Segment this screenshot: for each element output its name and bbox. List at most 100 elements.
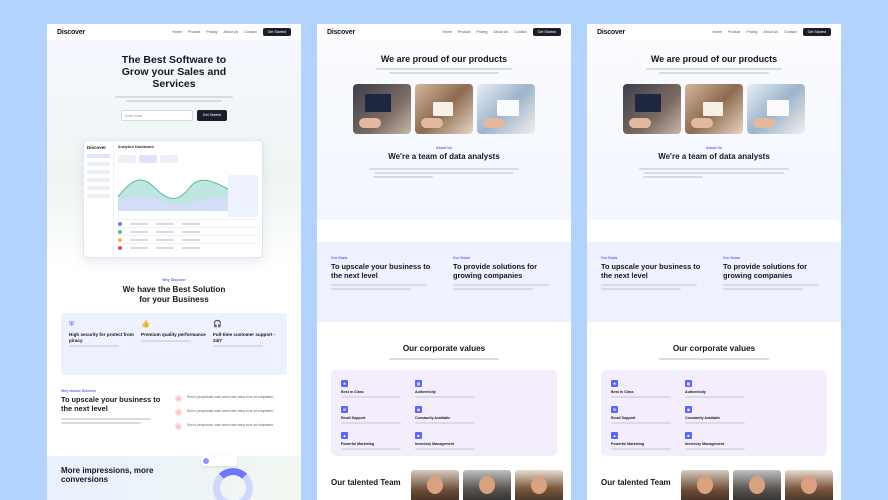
feature-title: Premium quality performance <box>141 332 206 337</box>
nav-link-pricing[interactable]: Pricing <box>476 30 487 34</box>
values-grid: ★ Best in Class ▦ Authenticity ✉ Email Supp… <box>601 370 827 456</box>
product-photo <box>353 84 411 134</box>
box-icon: ■ <box>685 432 692 439</box>
value-item: ◉ Constantly Available <box>685 406 749 426</box>
submit-button[interactable]: Get Started <box>197 110 227 121</box>
goals-title: To upscale your business to the next lev… <box>331 262 431 280</box>
value-item: ★ Best in Class <box>341 380 405 400</box>
nav-link-home[interactable]: Home <box>442 30 452 34</box>
upscale-kicker: Why choose Discover <box>61 389 97 393</box>
product-photo <box>415 84 473 134</box>
globe-icon: ◉ <box>685 406 692 413</box>
top-nav: Discover Home Product Pricing About Us C… <box>47 24 301 40</box>
team-member-photo <box>515 470 563 500</box>
upscale-section: Why choose Discover To upscale your busi… <box>47 375 301 437</box>
mail-icon: ✉ <box>611 406 618 413</box>
dashboard-table <box>118 219 258 251</box>
nav-link-pricing[interactable]: Pricing <box>206 30 217 34</box>
values-section: Our corporate values ★ Best in Class ▦ Aut… <box>317 322 571 456</box>
product-photo <box>685 84 743 134</box>
value-item: ■ Inventory Management <box>685 432 749 452</box>
dashboard-sidebar: Discover <box>84 141 114 257</box>
goals-section: Our Goals To upscale your business to th… <box>317 242 571 322</box>
nav-link-contact[interactable]: Contact <box>244 30 256 34</box>
nav-link-pricing[interactable]: Pricing <box>746 30 757 34</box>
product-photos <box>587 84 841 134</box>
landing-page-preview-2: Discover Home Product Pricing About Us C… <box>317 24 571 500</box>
goals-section: Our Goals To upscale your business to th… <box>587 242 841 322</box>
value-item: ▦ Authenticity <box>415 380 479 400</box>
team-title: Our talented Team <box>331 478 401 487</box>
nav-link-about[interactable]: About Us <box>223 30 238 34</box>
team-member-photo <box>411 470 459 500</box>
nav-cta-button[interactable]: Get Started <box>532 28 561 36</box>
nav-cta-button[interactable]: Get Started <box>262 28 291 36</box>
value-item: ✉ Email Support <box>341 406 405 426</box>
headset-icon: 🎧 <box>213 321 222 328</box>
impressions-title: More impressions, more conversions <box>61 466 154 484</box>
stat-chip <box>201 456 237 466</box>
nav-cta-button[interactable]: Get Started <box>802 28 831 36</box>
check-icon: ✓ <box>175 423 182 430</box>
vision-title: To provide solutions for growing compani… <box>453 262 538 280</box>
about-kicker: About Us <box>436 146 452 150</box>
nav-link-contact[interactable]: Contact <box>514 30 526 34</box>
values-title: Our corporate values <box>672 344 756 353</box>
hero-section: The Best Software to Grow your Sales and… <box>47 40 301 272</box>
nav-link-about[interactable]: About Us <box>493 30 508 34</box>
signup-form: Enter email Get Started <box>47 110 301 121</box>
feature-quality: 👍 Premium quality performance <box>141 321 207 367</box>
hero-description <box>114 96 234 102</box>
products-title: We are proud of our products <box>380 54 508 64</box>
email-input[interactable]: Enter email <box>121 110 193 121</box>
nav-link-product[interactable]: Product <box>728 30 740 34</box>
list-item: ✓ Sed ut perspiciatis unde omnis iste nat… <box>175 409 274 416</box>
feature-support: 🎧 Full-time customer support - 24/7 <box>213 321 279 367</box>
about-title: We're a team of data analysts <box>658 152 770 161</box>
vision-kicker: Our Vision <box>453 256 471 260</box>
dashboard-logo: Discover <box>87 145 107 150</box>
nav-link-contact[interactable]: Contact <box>784 30 796 34</box>
team-section: Our talented Team <box>331 470 571 500</box>
nav-link-product[interactable]: Product <box>188 30 200 34</box>
landing-page-preview-1: Discover Home Product Pricing About Us C… <box>47 24 301 500</box>
products-section: We are proud of our products About Us We… <box>317 40 571 220</box>
top-nav: Discover Home Product Pricing About Us C… <box>587 24 841 40</box>
chart-icon: ▲ <box>611 432 618 439</box>
about-kicker: About Us <box>706 146 722 150</box>
team-member-photo <box>463 470 511 500</box>
hero-title: The Best Software to Grow your Sales and… <box>121 54 227 90</box>
products-title: We are proud of our products <box>650 54 778 64</box>
list-item: ✓ Sed ut perspiciatis unde omnis iste nat… <box>175 423 274 430</box>
product-photo <box>747 84 805 134</box>
area-chart-graphic <box>118 179 228 211</box>
value-item: ▲ Powerful Marketing <box>611 432 675 452</box>
about-title: We're a team of data analysts <box>388 152 500 161</box>
shield-icon: ⛨ <box>69 321 75 328</box>
goals-kicker: Our Goals <box>331 256 348 260</box>
mail-icon: ✉ <box>341 406 348 413</box>
nav-link-home[interactable]: Home <box>712 30 722 34</box>
value-item: ▲ Powerful Marketing <box>341 432 405 452</box>
star-icon: ★ <box>341 380 348 387</box>
box-icon: ■ <box>415 432 422 439</box>
team-member-photo <box>681 470 729 500</box>
brand-logo[interactable]: Discover <box>57 29 166 36</box>
brand-logo[interactable]: Discover <box>597 29 706 36</box>
value-item: ◉ Constantly Available <box>415 406 479 426</box>
products-section: We are proud of our products About Us We… <box>587 40 841 220</box>
team-member-photo <box>785 470 833 500</box>
team-section: Our talented Team <box>601 470 841 500</box>
product-photo <box>477 84 535 134</box>
dashboard-main: Analytics Dashboard <box>118 145 258 253</box>
value-item: ▦ Authenticity <box>685 380 749 400</box>
product-photos <box>317 84 571 134</box>
brand-logo[interactable]: Discover <box>327 29 436 36</box>
nav-link-product[interactable]: Product <box>458 30 470 34</box>
grid-icon: ▦ <box>415 380 422 387</box>
nav-link-about[interactable]: About Us <box>763 30 778 34</box>
list-item: ✓ Sed ut perspiciatis unde omnis iste nat… <box>175 395 274 402</box>
nav-link-home[interactable]: Home <box>172 30 182 34</box>
impressions-section: More impressions, more conversions <box>47 456 301 500</box>
vision-kicker: Our Vision <box>723 256 741 260</box>
